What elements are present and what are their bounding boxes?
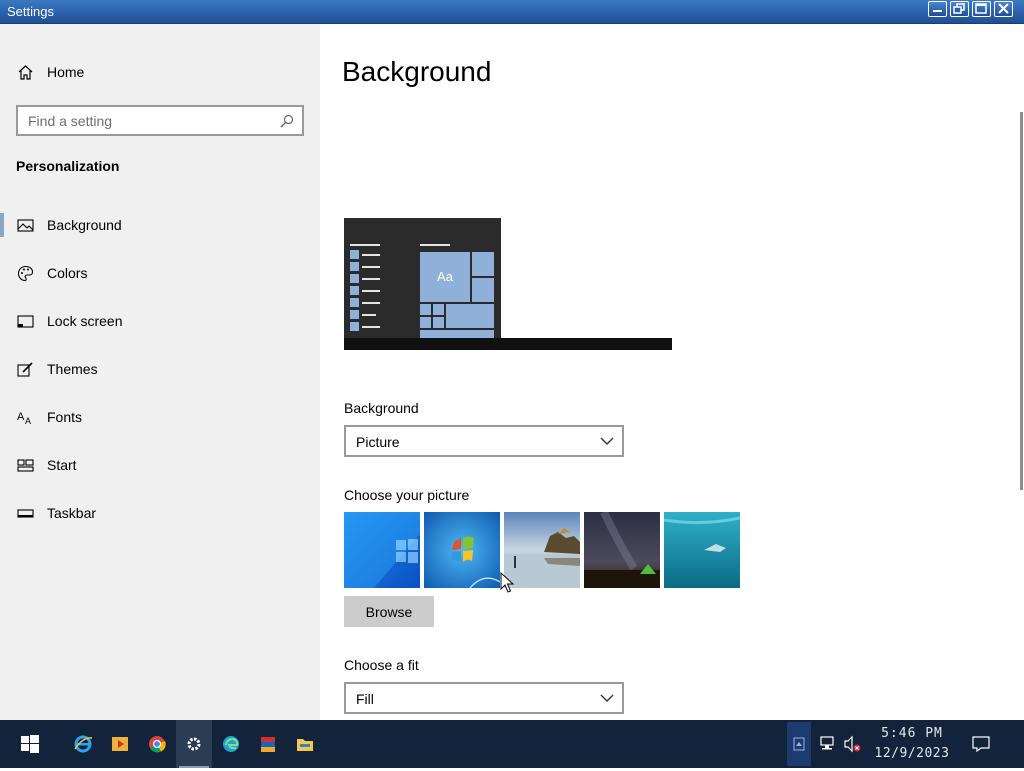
settings-taskbar-button[interactable] [176, 720, 212, 768]
choose-fit-label: Choose a fit [344, 657, 419, 673]
sidebar-item-label: Lock screen [47, 313, 123, 329]
minimize-button[interactable] [928, 1, 947, 17]
sidebar-item-background[interactable]: Background [0, 205, 320, 245]
sidebar-item-themes[interactable]: Themes [0, 349, 320, 389]
show-hidden-icons-button[interactable] [787, 722, 811, 766]
windows-7-wallpaper [424, 512, 500, 588]
choose-picture-label: Choose your picture [344, 487, 470, 503]
clock-date[interactable]: 12/9/2023 [866, 746, 958, 761]
sidebar-item-fonts[interactable]: AA Fonts [0, 397, 320, 437]
restore-button[interactable] [950, 1, 969, 17]
chevron-down-icon [600, 694, 614, 702]
home-icon [18, 65, 33, 80]
sidebar-item-label: Colors [47, 265, 88, 281]
page-title: Background [342, 56, 492, 87]
sidebar-item-label: Themes [47, 361, 98, 377]
search-box[interactable] [16, 105, 304, 136]
internet-explorer-icon [74, 735, 92, 753]
media-player-button[interactable] [102, 720, 138, 768]
edge-icon [223, 736, 239, 752]
preview-sample-text: Aa [420, 252, 470, 302]
edge-button[interactable] [213, 720, 249, 768]
picture-icon [17, 219, 34, 232]
window-title: Settings [7, 4, 54, 19]
volume-tray-button[interactable] [834, 720, 870, 768]
svg-text:A: A [25, 416, 31, 426]
preview-screen: Aa [344, 218, 501, 338]
svg-text:A: A [17, 411, 25, 423]
selection-indicator [0, 213, 4, 237]
close-button[interactable] [994, 1, 1013, 17]
chrome-icon [149, 736, 166, 753]
action-center-button[interactable] [963, 720, 999, 768]
desktop-preview: Aa [344, 218, 672, 350]
start-button[interactable] [12, 720, 48, 768]
settings-icon [187, 737, 201, 751]
sidebar-item-colors[interactable]: Colors [0, 253, 320, 293]
sidebar-item-label: Fonts [47, 409, 83, 425]
picture-thumbnail-windows-10[interactable] [344, 512, 420, 588]
preview-taskbar [344, 338, 672, 350]
internet-explorer-button[interactable] [65, 720, 101, 768]
scrollbar[interactable] [1020, 112, 1023, 490]
picture-thumbnail-night-sky[interactable] [584, 512, 660, 588]
volume-muted-icon [844, 735, 861, 753]
underwater-wallpaper [664, 512, 740, 588]
brush-icon [17, 362, 33, 377]
search-icon[interactable] [280, 114, 294, 128]
windows-logo-icon [21, 735, 39, 753]
media-player-icon [112, 737, 128, 751]
sidebar-item-label: Background [47, 217, 122, 233]
fonts-icon: AA [17, 411, 31, 426]
sidebar-item-label: Taskbar [47, 505, 97, 521]
section-title: Personalization [16, 158, 120, 174]
restore-icon [953, 3, 965, 14]
minimize-icon [933, 10, 942, 12]
mouse-cursor-icon [500, 572, 514, 593]
winrar-icon [261, 737, 275, 752]
home-nav-item[interactable]: Home [0, 52, 320, 92]
fit-dropdown-value: Fill [356, 691, 374, 707]
beach-rocks-wallpaper [504, 512, 580, 588]
background-dropdown[interactable]: Picture [344, 425, 624, 457]
navigation-pane: Home Personalization Background Colors L… [0, 24, 320, 720]
file-explorer-button[interactable] [287, 720, 323, 768]
content-pane: Background Aa Background Picture Choose … [320, 24, 1024, 720]
sidebar-item-taskbar[interactable]: Taskbar [0, 493, 320, 533]
chrome-button[interactable] [139, 720, 175, 768]
picture-thumbnail-windows-7[interactable] [424, 512, 500, 588]
palette-icon [17, 265, 34, 282]
winrar-button[interactable] [250, 720, 286, 768]
sidebar-item-lock-screen[interactable]: Lock screen [0, 301, 320, 341]
close-icon [998, 3, 1009, 14]
picture-thumbnail-underwater[interactable] [664, 512, 740, 588]
sidebar-item-label: Start [47, 457, 77, 473]
night-sky-wallpaper [584, 512, 660, 588]
window-title-bar[interactable]: Settings [0, 0, 1024, 24]
clock-time[interactable]: 5:46 PM [870, 726, 954, 741]
sidebar-item-start[interactable]: Start [0, 445, 320, 485]
notification-icon [972, 736, 990, 753]
browse-button[interactable]: Browse [344, 596, 434, 627]
maximize-button[interactable] [972, 1, 991, 17]
chevron-down-icon [600, 437, 614, 445]
search-input[interactable] [18, 107, 268, 134]
background-dropdown-value: Picture [356, 434, 400, 450]
maximize-icon [975, 3, 987, 14]
start-icon [17, 459, 34, 472]
picture-thumbnail-beach[interactable] [504, 512, 580, 588]
lock-screen-icon [17, 315, 34, 328]
taskbar-icon [17, 509, 34, 518]
background-label: Background [344, 400, 419, 416]
fit-dropdown[interactable]: Fill [344, 682, 624, 714]
windows-10-wallpaper [344, 512, 420, 588]
file-explorer-icon [297, 739, 313, 751]
chevron-up-icon [793, 737, 805, 751]
home-label: Home [47, 64, 85, 80]
